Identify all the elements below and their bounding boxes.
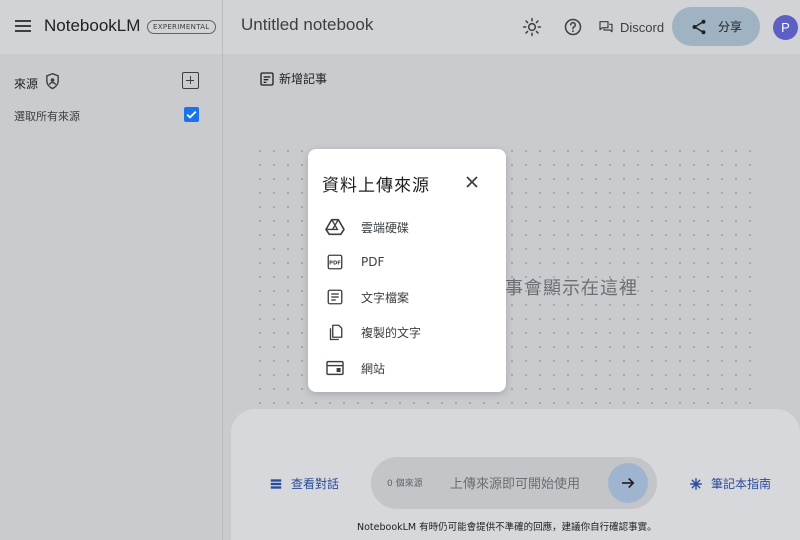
source-option-label: 雲端硬碟: [361, 220, 410, 235]
copy-text-icon: [324, 321, 346, 343]
help-icon[interactable]: [562, 16, 584, 38]
app-logo-text: NotebookLM: [44, 16, 141, 35]
source-option-label: 網站: [361, 361, 386, 376]
chat-panel: 查看對話 0 個來源 上傳來源即可開始使用 筆記本指南 NotebookLM 有…: [231, 409, 800, 540]
discord-label: Discord: [620, 19, 665, 35]
source-option-pdf[interactable]: PDF PDF: [324, 250, 494, 274]
menu-icon[interactable]: [13, 17, 33, 35]
view-chat-label: 查看對話: [291, 477, 340, 491]
source-option-label: PDF: [361, 255, 385, 269]
select-all-sources-label: 選取所有來源: [14, 110, 80, 123]
notes-empty-placeholder: 事會顯示在這裡: [505, 278, 638, 299]
sources-sidebar: 來源 選取所有來源: [0, 54, 222, 540]
upload-source-dialog: 資料上傳來源 雲端硬碟 PDF PDF 文字檔案 複製的文字 網站: [308, 149, 506, 392]
disclaimer-text: NotebookLM 有時仍可能會提供不準確的回應，建議你自行確認事實。: [357, 522, 657, 533]
close-icon[interactable]: [462, 172, 482, 192]
text-file-icon: [324, 286, 346, 308]
website-icon: [324, 357, 346, 379]
share-icon: [692, 19, 706, 34]
notebook-guide-label: 筆記本指南: [711, 477, 772, 491]
drive-icon: [324, 216, 346, 238]
share-label: 分享: [717, 20, 742, 34]
notebook-guide-button[interactable]: 筆記本指南: [689, 475, 771, 492]
chat-list-icon: [270, 478, 282, 489]
source-option-label: 複製的文字: [361, 325, 422, 340]
source-option-website[interactable]: 網站: [324, 356, 494, 380]
note-add-icon: [260, 71, 274, 86]
add-note-button[interactable]: 新增記事: [259, 70, 327, 87]
source-option-copied-text[interactable]: 複製的文字: [324, 320, 494, 344]
discord-link[interactable]: Discord: [598, 16, 664, 38]
source-option-label: 文字檔案: [361, 290, 410, 305]
source-option-text-file[interactable]: 文字檔案: [324, 285, 494, 309]
add-source-button[interactable]: [182, 72, 199, 89]
notebook-title[interactable]: Untitled notebook: [241, 15, 373, 35]
add-note-label: 新增記事: [279, 72, 328, 86]
share-button[interactable]: 分享: [672, 7, 760, 46]
shield-icon: [44, 72, 61, 95]
source-count: 0 個來源: [387, 479, 423, 489]
pdf-icon: PDF: [324, 251, 346, 273]
checkmark-icon: [186, 110, 197, 119]
avatar[interactable]: P: [773, 15, 798, 40]
source-option-drive[interactable]: 雲端硬碟: [324, 215, 494, 239]
svg-text:PDF: PDF: [329, 261, 341, 267]
theme-toggle-icon[interactable]: [521, 16, 543, 38]
sources-heading: 來源: [14, 77, 39, 91]
sparkle-icon: [690, 477, 702, 490]
arrow-right-icon: [622, 477, 635, 489]
chat-input[interactable]: 0 個來源 上傳來源即可開始使用: [371, 457, 657, 509]
view-chat-button[interactable]: 查看對話: [269, 475, 339, 492]
select-all-checkbox[interactable]: [184, 107, 199, 122]
dialog-title: 資料上傳來源: [322, 176, 430, 196]
experimental-badge: EXPERIMENTAL: [147, 20, 216, 34]
chat-input-placeholder: 上傳來源即可開始使用: [450, 477, 581, 492]
chat-bubbles-icon: [599, 21, 613, 33]
send-button[interactable]: [608, 463, 648, 503]
top-bar: NotebookLM EXPERIMENTAL Untitled noteboo…: [0, 0, 800, 54]
